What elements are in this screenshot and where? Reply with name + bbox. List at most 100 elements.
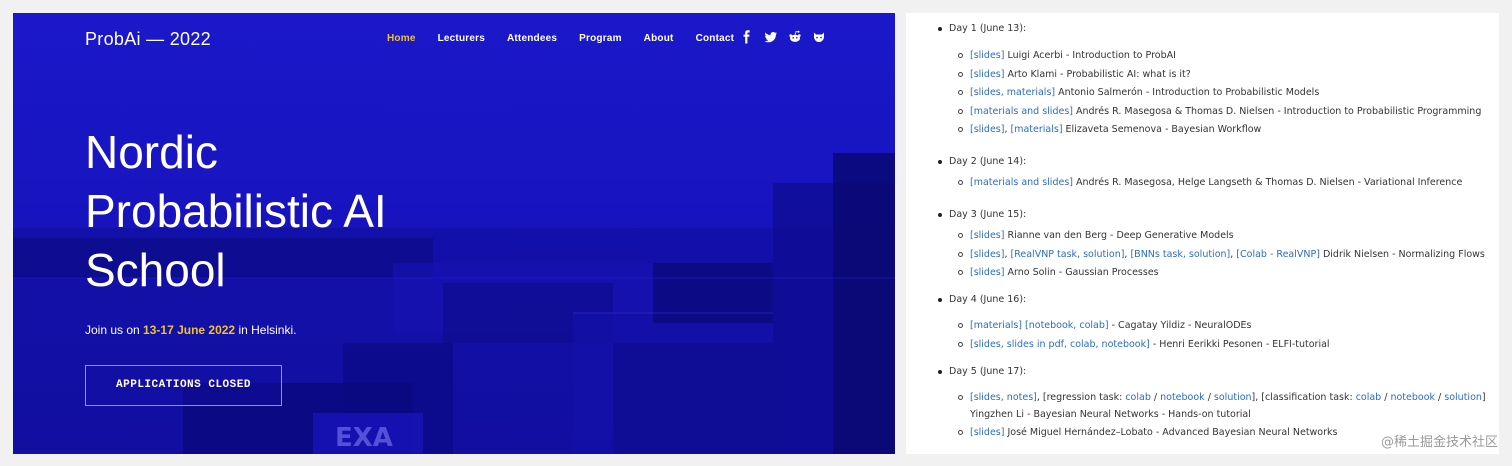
program-item-text-part: Arno Solin - Gaussian Processes [1004,267,1159,278]
program-item-text: [slides] Arno Solin - Gaussian Processes [970,267,1159,278]
circle-bullet-icon [958,180,963,185]
circle-bullet-icon [958,395,963,400]
bullet-icon [938,370,942,374]
program-item-text-part: , [regression task: [1036,392,1126,403]
program-link[interactable]: solution [1444,392,1482,403]
circle-bullet-icon [958,270,963,275]
nav-contact[interactable]: Contact [696,33,735,44]
program-day-label: Day 2 (June 14): [949,156,1027,167]
program-link[interactable]: [slides, materials] [970,87,1055,98]
program-link[interactable]: [BNNs task, solution] [1130,249,1230,260]
program-item-text-part: - Henri Eerikki Pesonen - ELFI-tutorial [1149,339,1330,350]
circle-bullet-icon [958,252,963,257]
bullet-icon [938,213,942,217]
program-item-text-part: Rianne van den Berg - Deep Generative Mo… [1004,230,1234,241]
program-day-label: Day 5 (June 17): [949,366,1027,377]
nav-home[interactable]: Home [387,33,416,44]
bullet-icon [938,160,942,164]
program-link[interactable]: [Colab - RealVNP] [1236,249,1320,260]
program-link[interactable]: [notebook, colab] [1025,320,1109,331]
svg-text:EXA: EXA [335,423,393,453]
program-item-text-part: Didrik Nielsen - Normalizing Flows [1319,249,1485,260]
program-link[interactable]: colab [1356,392,1382,403]
program-item-text: [slides] Luigi Acerbi - Introduction to … [970,50,1176,61]
program-link[interactable]: colab [1125,392,1151,403]
circle-bullet-icon [958,430,963,435]
hero-title-line: Probabilistic AI [85,185,387,237]
program-item-text: [slides] Arto Klami - Probabilistic AI: … [970,69,1191,80]
program-item-text-part: Antonio Salmerón - Introduction to Proba… [1055,87,1320,98]
social-links [740,30,826,44]
program-item-text-part: - Cagatay Yildiz - NeuralODEs [1108,320,1252,331]
facebook-icon[interactable] [740,30,754,44]
program-schedule: Day 1 (June 13): [slides] Luigi Acerbi - … [906,13,1499,454]
program-item-text-part: Arto Klami - Probabilistic AI: what is i… [1004,69,1191,80]
main-nav: Home Lecturers Attendees Program About C… [387,33,756,44]
program-link[interactable]: [slides] [970,267,1004,278]
program-item-text: [slides] Rianne van den Berg - Deep Gene… [970,230,1234,241]
program-link[interactable]: [materials and slides] [970,106,1073,117]
circle-bullet-icon [958,127,963,132]
program-link[interactable]: [slides] [970,50,1004,61]
github-icon[interactable] [812,30,826,44]
circle-bullet-icon [958,233,963,238]
hero-title-line: Nordic [85,126,218,178]
program-link[interactable]: notebook [1390,392,1435,403]
reddit-icon[interactable] [788,30,802,44]
program-item-text-part: / [1204,392,1214,403]
hero-section: EXA ProbAi — 2022 Home Lecturers Attende… [13,13,895,454]
program-item-text: [slides], [RealVNP task, solution], [BNN… [970,249,1485,260]
program-link[interactable]: [slides] [970,249,1004,260]
program-item-text: [slides] José Miguel Hernández–Lobato - … [970,427,1337,438]
program-day-label: Day 1 (June 13): [949,23,1027,34]
program-item-text-part: ], [classification task: [1251,392,1356,403]
site-brand[interactable]: ProbAi — 2022 [85,29,211,50]
nav-program[interactable]: Program [579,33,622,44]
program-item-text: [materials and slides] Andrés R. Masegos… [970,106,1481,117]
watermark: @稀土掘金技术社区 [1380,435,1498,450]
bullet-icon [938,27,942,31]
circle-bullet-icon [958,90,963,95]
program-link[interactable]: [slides] [970,427,1004,438]
program-day-label: Day 4 (June 16): [949,294,1027,305]
applications-closed-button[interactable]: APPLICATIONS CLOSED [85,365,282,406]
program-link[interactable]: solution [1214,392,1252,403]
program-item-text: [materials and slides] Andrés R. Masegos… [970,177,1462,188]
program-item-text: [slides, materials] Antonio Salmerón - I… [970,87,1319,98]
program-item-continuation-text: Yingzhen Li - Bayesian Neural Networks -… [970,409,1251,420]
program-item-text-part: Elizaveta Semenova - Bayesian Workflow [1062,124,1262,135]
circle-bullet-icon [958,109,963,114]
program-item-text-part: Andrés R. Masegosa & Thomas D. Nielsen -… [1072,106,1482,117]
program-link[interactable]: [slides, slides in pdf, colab, notebook] [970,339,1150,350]
nav-about[interactable]: About [644,33,674,44]
nav-lecturers[interactable]: Lecturers [438,33,485,44]
hero-title: Nordic Probabilistic AI School [85,123,465,300]
program-item-text: [slides, slides in pdf, colab, notebook]… [970,339,1330,350]
program-item-text-part: / [1435,392,1445,403]
circle-bullet-icon [958,323,963,328]
program-item-text-part: Andrés R. Masegosa, Helge Langseth & Tho… [1072,177,1463,188]
program-link[interactable]: [slides] [970,230,1004,241]
program-item-text-part: / [1150,392,1161,403]
program-link[interactable]: [slides, notes] [970,392,1037,403]
program-link[interactable]: [RealVNP task, solution] [1011,249,1125,260]
tagline-prefix: Join us on [85,323,144,337]
program-link[interactable]: [materials and slides] [970,177,1073,188]
program-link[interactable]: [materials] [1011,124,1063,135]
bullet-icon [938,298,942,302]
page: EXA ProbAi — 2022 Home Lecturers Attende… [0,0,1512,466]
nav-attendees[interactable]: Attendees [507,33,557,44]
program-link[interactable]: [slides] [970,69,1004,80]
program-link[interactable]: notebook [1160,392,1205,403]
tagline-suffix: in Helsinki. [235,323,297,337]
program-link[interactable]: [slides] [970,124,1004,135]
circle-bullet-icon [958,72,963,77]
twitter-icon[interactable] [764,30,778,44]
program-item-text-part: ] [1481,392,1486,403]
hero-tagline: Join us on 13-17 June 2022 in Helsinki. [85,323,296,337]
program-item-text-part: Luigi Acerbi - Introduction to ProbAI [1004,50,1176,61]
circle-bullet-icon [958,342,963,347]
program-link[interactable]: [materials] [970,320,1022,331]
program-item-text: [slides], [materials] Elizaveta Semenova… [970,124,1261,135]
program-day-label: Day 3 (June 15): [949,209,1027,220]
